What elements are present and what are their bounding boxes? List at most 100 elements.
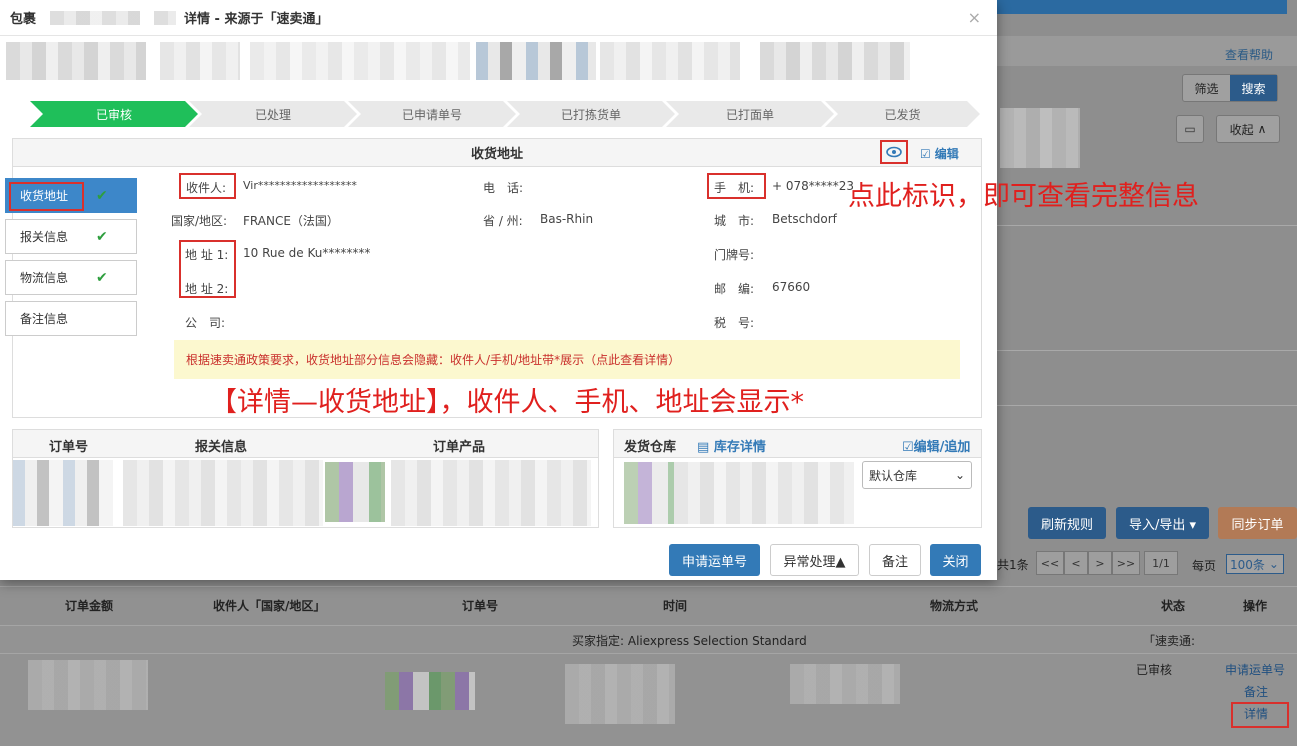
modal-title-prefix: 包裹 <box>10 12 37 27</box>
order-table-header: 订单号 报关信息 订单产品 <box>13 430 598 458</box>
city-value: Betschdorf <box>772 212 837 226</box>
blurred-info-2 <box>160 42 240 80</box>
side-tab-notes-label: 备注信息 <box>20 312 69 326</box>
province-value: Bas-Rhin <box>540 212 594 226</box>
mobile-label: 手 机: <box>714 181 755 195</box>
edit-append-link[interactable]: ☑编辑/追加 <box>902 436 970 455</box>
source-tag: 「速卖通: <box>1143 634 1196 648</box>
side-tab-address[interactable]: 收货地址 ✔ <box>5 178 137 213</box>
refresh-rules-button[interactable]: 刷新规则 <box>1028 507 1106 539</box>
pager-next[interactable]: > <box>1088 551 1112 575</box>
recipient-value: Vir****************** <box>243 179 357 192</box>
close-button[interactable]: 关闭 <box>930 544 981 576</box>
top-bar <box>997 0 1287 14</box>
warehouse-select-value: 默认仓库 <box>869 468 918 483</box>
apply-waybill-button[interactable]: 申请运单号 <box>669 544 760 576</box>
highlight-details <box>1231 702 1289 728</box>
zip-label: 邮 编: <box>714 282 755 296</box>
country-label: 国家/地区: <box>171 214 228 228</box>
sync-orders-button[interactable]: 同步订单 <box>1218 507 1297 539</box>
exception-button[interactable]: 异常处理▲ <box>770 544 859 576</box>
warehouse-header: 发货仓库 ▤ 库存详情 ☑编辑/追加 <box>614 430 981 458</box>
note-button[interactable]: 备注 <box>869 544 921 576</box>
col-actions: 操作 <box>1243 599 1268 613</box>
warehouse-title: 发货仓库 <box>624 440 677 455</box>
step-label-printed: 已打面单 <box>666 101 834 127</box>
blurred-amount <box>28 660 148 710</box>
blurred-product <box>391 460 591 526</box>
edit-icon: ☑ <box>902 440 914 455</box>
total-count: 共1条 <box>997 558 1029 572</box>
side-tab-customs[interactable]: 报关信息 ✔ <box>5 219 137 254</box>
annotation-eye-hint: 点此标识，即可查看完整信息 <box>848 181 1199 212</box>
print-icon[interactable]: ▭ <box>1176 115 1204 143</box>
policy-notice[interactable]: 根据速卖通政策要求，收货地址部分信息会隐藏：收件人/手机/地址带*展示（点此查看… <box>174 340 960 379</box>
collapse-button[interactable]: 收起 ∧ <box>1216 115 1280 143</box>
eye-icon[interactable] <box>880 140 908 164</box>
phone-label: 电 话: <box>483 181 524 195</box>
check-icon: ✔ <box>96 269 108 286</box>
side-tab-address-label: 收货地址 <box>20 189 69 203</box>
customs-header: 报关信息 <box>195 440 248 455</box>
col-recipient: 收件人「国家/地区」 <box>213 599 326 613</box>
progress-steps: 已审核 已处理 已申请单号 已打拣货单 已打面单 已发货 <box>30 101 980 127</box>
pager-last[interactable]: >> <box>1112 551 1140 575</box>
import-export-button[interactable]: 导入/导出 ▾ <box>1116 507 1209 539</box>
note-link[interactable]: 备注 <box>1244 683 1268 700</box>
pager-prev[interactable]: < <box>1064 551 1088 575</box>
edit-address-button[interactable]: ☑ 编辑 <box>920 145 959 162</box>
per-page-label: 每页 <box>1192 559 1217 573</box>
side-tab-notes[interactable]: 备注信息 <box>5 301 137 336</box>
collapse-label: 收起 <box>1229 122 1254 137</box>
blurred-info-6 <box>760 42 910 80</box>
mobile-value: + 078*****23 <box>772 179 855 193</box>
filter-search-group: 筛选 搜索 <box>1182 74 1278 102</box>
per-page-select[interactable]: 100条 ⌄ <box>1226 554 1284 574</box>
warehouse-select[interactable]: 默认仓库 ⌄ <box>862 461 972 489</box>
apply-waybill-link[interactable]: 申请运单号 <box>1225 661 1285 678</box>
blurred-info-4 <box>476 42 596 80</box>
address1-label: 地 址 1: <box>185 248 229 262</box>
close-icon[interactable]: × <box>968 8 981 27</box>
filter-button[interactable]: 筛选 <box>1183 75 1230 101</box>
country-value: FRANCE（法国） <box>243 214 339 228</box>
blurred-warehouse <box>674 462 854 524</box>
side-tab-customs-label: 报关信息 <box>20 230 69 244</box>
address-panel-header: 收货地址 <box>13 139 981 167</box>
col-time: 时间 <box>663 599 688 613</box>
blurred-product-thumb <box>325 462 385 522</box>
col-order-no: 订单号 <box>462 599 499 613</box>
blurred-logistics <box>790 664 900 704</box>
side-tab-logistics-label: 物流信息 <box>20 271 69 285</box>
door-label: 门牌号: <box>714 248 755 262</box>
stock-details-link[interactable]: ▤ 库存详情 <box>697 436 766 455</box>
blurred-info-3 <box>250 42 470 80</box>
address1-value: 10 Rue de Ku******** <box>243 246 371 260</box>
side-tab-logistics[interactable]: 物流信息 ✔ <box>5 260 137 295</box>
step-processed: 已处理 <box>189 101 357 127</box>
company-label: 公 司: <box>185 316 226 330</box>
edit-icon: ☑ <box>920 146 931 161</box>
step-shipped: 已发货 <box>825 101 980 127</box>
address-panel-title: 收货地址 <box>470 147 523 162</box>
stock-details-label: 库存详情 <box>713 440 766 455</box>
help-link[interactable]: 查看帮助 <box>1225 46 1273 63</box>
blurred-info-1 <box>6 42 146 80</box>
check-icon: ✔ <box>96 228 108 245</box>
blurred-package-id-2 <box>154 10 177 25</box>
chevron-down-icon: ⌄ <box>954 468 965 482</box>
warehouse-panel: 发货仓库 ▤ 库存详情 ☑编辑/追加 默认仓库 ⌄ <box>613 429 982 528</box>
buyer-row: 买家指定: Aliexpress Selection Standard 「速卖通… <box>0 626 1297 654</box>
policy-notice-text: 根据速卖通政策要求，收货地址部分信息会隐藏：收件人/手机/地址带*展示（点此查看… <box>186 353 681 367</box>
blurred-warehouse-thumb <box>624 462 674 524</box>
annotation-main-hint: 【详情—收货地址】，收件人、手机、地址会显示* <box>210 387 804 418</box>
blurred-package-id <box>50 10 141 25</box>
per-page-value: 100条 <box>1230 557 1265 572</box>
pager-first[interactable]: << <box>1036 551 1064 575</box>
blurred-product-image <box>385 672 475 710</box>
search-button[interactable]: 搜索 <box>1230 75 1277 101</box>
recipient-label: 收件人: <box>186 181 227 195</box>
chevron-down-icon: ⌄ <box>1268 557 1279 571</box>
product-header: 订单产品 <box>433 440 486 455</box>
col-logistics: 物流方式 <box>930 599 979 613</box>
